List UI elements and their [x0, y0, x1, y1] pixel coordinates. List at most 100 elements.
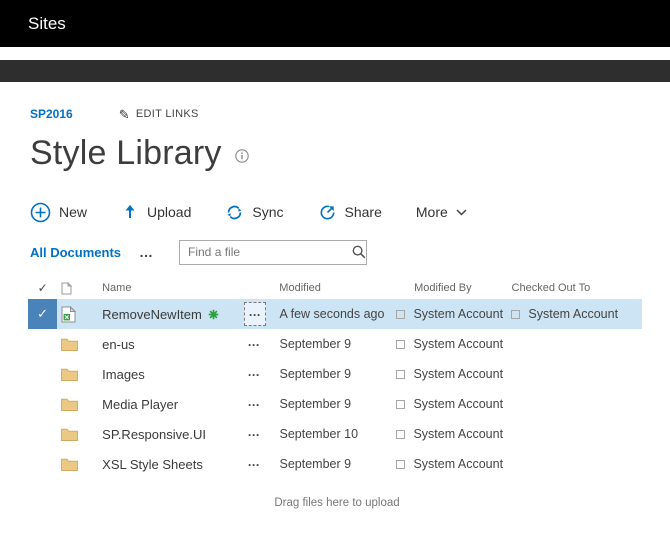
modified-by-cell: System Account [396, 449, 511, 479]
modified-cell: September 9 [280, 329, 397, 359]
table-row[interactable]: Images…September 9System Account [28, 359, 642, 389]
modified-by-cell: System Account [396, 359, 511, 389]
checked-out-cell [511, 419, 642, 449]
presence-indicator [511, 310, 520, 319]
item-menu-button[interactable]: … [244, 359, 279, 389]
page-content: SP2016 ✎ EDIT LINKS Style Library New Up… [0, 106, 670, 509]
folder-icon-cell [57, 389, 102, 419]
search-box [179, 240, 367, 265]
new-item-icon [208, 309, 219, 320]
presence-indicator [396, 310, 405, 319]
row-select-cell[interactable]: ✓ [28, 299, 57, 329]
sync-icon [225, 203, 244, 222]
share-button[interactable]: Share [318, 203, 382, 222]
item-name-link[interactable]: RemoveNewItem [102, 299, 244, 329]
selected-check-icon: ✓ [37, 306, 48, 322]
info-icon[interactable] [235, 149, 249, 168]
item-menu-button[interactable]: … [244, 389, 279, 419]
table-row[interactable]: XSL Style Sheets…September 9System Accou… [28, 449, 642, 479]
search-button[interactable] [351, 241, 366, 264]
folder-icon-cell [57, 359, 102, 389]
pencil-icon: ✎ [119, 108, 130, 121]
menu-header [244, 277, 279, 299]
checked-out-to-header[interactable]: Checked Out To [512, 277, 642, 299]
item-name-link[interactable]: Media Player [102, 389, 244, 419]
modified-cell: A few seconds ago [280, 299, 397, 329]
presence-indicator [396, 340, 405, 349]
presence-indicator [396, 370, 405, 379]
row-select-cell[interactable] [28, 389, 57, 419]
item-name-link[interactable]: SP.Responsive.UI [102, 419, 244, 449]
modified-cell: September 9 [280, 359, 397, 389]
presence-indicator [396, 460, 405, 469]
folder-icon-cell [57, 419, 102, 449]
search-icon [352, 245, 366, 259]
modified-by-header[interactable]: Modified By [396, 277, 511, 299]
folder-icon [61, 428, 78, 441]
folder-icon-cell [57, 329, 102, 359]
more-label: More [416, 204, 448, 220]
row-select-cell[interactable] [28, 329, 57, 359]
view-all-documents[interactable]: All Documents [30, 245, 121, 260]
upload-icon [121, 203, 139, 221]
checked-out-cell [511, 359, 642, 389]
ribbon-bar [0, 60, 670, 82]
spreadsheet-file-icon [61, 306, 76, 323]
checked-out-cell [511, 389, 642, 419]
table-row[interactable]: Media Player…September 9System Account [28, 389, 642, 419]
select-all-header[interactable]: ✓ [28, 277, 57, 299]
table-row[interactable]: SP.Responsive.UI…September 10System Acco… [28, 419, 642, 449]
title-row: Style Library [30, 130, 670, 176]
new-button[interactable]: New [30, 202, 87, 223]
folder-icon-cell [57, 449, 102, 479]
modified-header[interactable]: Modified [279, 277, 396, 299]
table-body: ✓RemoveNewItem…A few seconds agoSystem A… [28, 299, 642, 479]
modified-cell: September 9 [280, 389, 397, 419]
modified-by-cell: System Account [396, 389, 511, 419]
table-row[interactable]: ✓ RemoveNewItem…A few seconds agoSystem A… [28, 299, 642, 329]
row-select-cell[interactable] [28, 449, 57, 479]
item-name-link[interactable]: en-us [102, 329, 244, 359]
checked-out-cell [511, 449, 642, 479]
item-name-link[interactable]: Images [102, 359, 244, 389]
file-icon-cell [57, 299, 102, 329]
upload-button[interactable]: Upload [121, 203, 191, 221]
item-menu-button[interactable]: … [244, 329, 279, 359]
file-type-header[interactable] [57, 277, 102, 299]
folder-icon [61, 398, 78, 411]
command-toolbar: New Upload Sync Share More [30, 198, 670, 226]
sync-button[interactable]: Sync [225, 203, 283, 222]
share-label: Share [345, 204, 382, 220]
item-menu-button[interactable]: … [244, 419, 279, 449]
presence-indicator [396, 430, 405, 439]
presence-indicator [396, 400, 405, 409]
sync-label: Sync [252, 204, 283, 220]
plus-circle-icon [30, 202, 51, 223]
suite-bar-title: Sites [28, 14, 66, 34]
more-button[interactable]: More [416, 204, 467, 220]
table-row[interactable]: en-us…September 9System Account [28, 329, 642, 359]
checked-out-cell [511, 329, 642, 359]
chevron-down-icon [456, 209, 467, 216]
folder-icon [61, 338, 78, 351]
item-name-link[interactable]: XSL Style Sheets [102, 449, 244, 479]
name-header[interactable]: Name [102, 277, 244, 299]
breadcrumb: SP2016 ✎ EDIT LINKS [30, 106, 670, 122]
share-icon [318, 203, 337, 222]
modified-by-cell: System Account [396, 299, 511, 329]
view-menu-ellipsis[interactable]: … [139, 247, 155, 257]
suite-bar: Sites [0, 0, 670, 47]
modified-by-cell: System Account [396, 419, 511, 449]
item-menu-button[interactable]: … [244, 299, 279, 329]
modified-cell: September 10 [280, 419, 397, 449]
edit-links-button[interactable]: ✎ EDIT LINKS [119, 108, 199, 121]
table-header-row: ✓ Name Modified Modified By Checked Out … [28, 277, 642, 299]
item-menu-button[interactable]: … [244, 449, 279, 479]
upload-label: Upload [147, 204, 191, 220]
site-link[interactable]: SP2016 [30, 107, 73, 121]
row-select-cell[interactable] [28, 419, 57, 449]
row-select-cell[interactable] [28, 359, 57, 389]
modified-cell: September 9 [280, 449, 397, 479]
edit-links-label: EDIT LINKS [136, 108, 199, 120]
search-input[interactable] [180, 245, 351, 259]
